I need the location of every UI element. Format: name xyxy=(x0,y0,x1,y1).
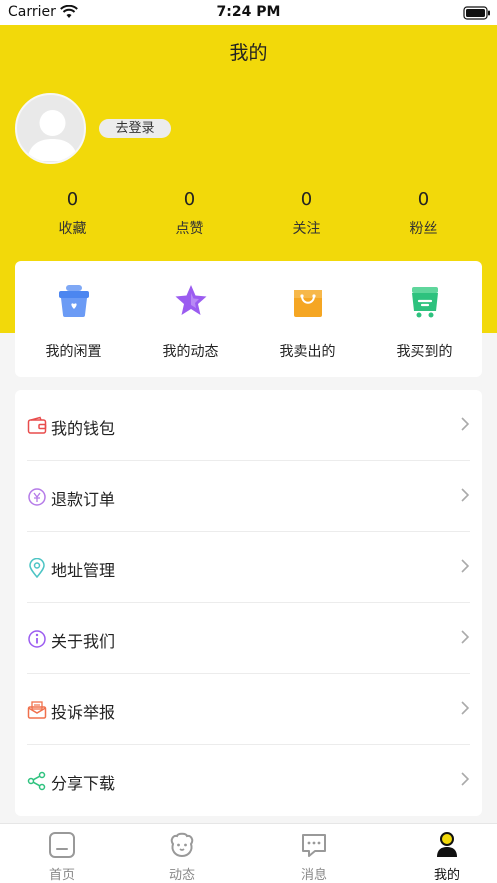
menu-item-wallet[interactable]: 我的钱包 xyxy=(27,390,470,461)
info-icon xyxy=(27,629,47,649)
message-icon xyxy=(299,830,329,860)
quick-bought[interactable]: 我买到的 xyxy=(366,283,483,361)
menu-item-refund[interactable]: 退款订单 xyxy=(27,461,470,532)
stat-value: 0 xyxy=(417,189,430,210)
report-icon xyxy=(27,700,47,720)
quick-my-feed[interactable]: 我的动态 xyxy=(132,283,249,361)
quick-label: 我的动态 xyxy=(162,344,219,360)
stat-label: 收藏 xyxy=(58,221,87,237)
basket-icon xyxy=(57,283,91,319)
stat-following[interactable]: 0 关注 xyxy=(248,188,365,238)
menu-label: 退款订单 xyxy=(51,490,116,509)
menu-item-report[interactable]: 投诉举报 xyxy=(27,674,470,745)
chevron-right-icon xyxy=(460,629,470,645)
menu-item-share[interactable]: 分享下载 xyxy=(27,745,470,816)
menu-label: 地址管理 xyxy=(51,561,116,580)
profile-icon xyxy=(432,830,462,860)
stat-label: 粉丝 xyxy=(409,221,438,237)
chevron-right-icon xyxy=(460,700,470,716)
menu-item-about[interactable]: 关于我们 xyxy=(27,603,470,674)
menu-item-address[interactable]: 地址管理 xyxy=(27,532,470,603)
quick-my-idle[interactable]: 我的闲置 xyxy=(15,283,132,361)
menu-list: 我的钱包 退款订单 地址管理 关于我们 投诉举报 分享下载 xyxy=(15,390,482,816)
stat-likes[interactable]: 0 点赞 xyxy=(131,188,248,238)
menu-label: 投诉举报 xyxy=(51,703,116,722)
tab-label: 我的 xyxy=(433,868,460,883)
tab-profile[interactable]: 我的 xyxy=(385,830,497,883)
battery-icon xyxy=(463,5,491,24)
star-icon xyxy=(174,283,208,319)
stat-fans[interactable]: 0 粉丝 xyxy=(365,188,482,238)
shopping-bag-icon xyxy=(291,283,325,319)
home-icon xyxy=(47,830,77,860)
stat-value: 0 xyxy=(300,189,313,210)
tab-bar: 首页 动态 消息 我的 xyxy=(0,823,497,883)
tab-feed[interactable]: 动态 xyxy=(120,830,244,883)
menu-label: 分享下载 xyxy=(51,774,116,793)
stat-value: 0 xyxy=(66,189,79,210)
chevron-right-icon xyxy=(460,416,470,432)
tab-label: 消息 xyxy=(300,868,327,883)
stat-label: 点赞 xyxy=(175,221,204,237)
tab-home[interactable]: 首页 xyxy=(0,830,124,883)
location-icon xyxy=(27,557,47,579)
stat-favorites[interactable]: 0 收藏 xyxy=(14,188,131,238)
feed-icon xyxy=(167,830,197,860)
page-title: 我的 xyxy=(229,42,268,64)
quick-label: 我的闲置 xyxy=(45,344,102,360)
avatar[interactable] xyxy=(15,93,86,164)
chevron-right-icon xyxy=(460,487,470,503)
login-button[interactable]: 去登录 xyxy=(99,119,171,138)
chevron-right-icon xyxy=(460,771,470,787)
tab-label: 首页 xyxy=(48,868,75,883)
quick-label: 我买到的 xyxy=(396,344,453,360)
menu-label: 我的钱包 xyxy=(51,419,116,438)
status-bar: Carrier 7:24 PM xyxy=(0,0,497,25)
quick-label: 我卖出的 xyxy=(279,344,336,360)
quick-sold[interactable]: 我卖出的 xyxy=(249,283,366,361)
chevron-right-icon xyxy=(460,558,470,574)
stat-label: 关注 xyxy=(292,221,321,237)
clock-time: 7:24 PM xyxy=(216,4,281,20)
tab-label: 动态 xyxy=(168,868,195,883)
share-icon xyxy=(27,771,47,791)
tab-messages[interactable]: 消息 xyxy=(252,830,376,883)
stat-value: 0 xyxy=(183,189,196,210)
wallet-icon xyxy=(27,416,47,436)
refund-icon xyxy=(27,487,47,507)
cart-icon xyxy=(408,283,442,319)
menu-label: 关于我们 xyxy=(51,632,116,651)
quick-actions-card: 我的闲置 我的动态 我卖出的 我买到的 xyxy=(15,261,482,377)
